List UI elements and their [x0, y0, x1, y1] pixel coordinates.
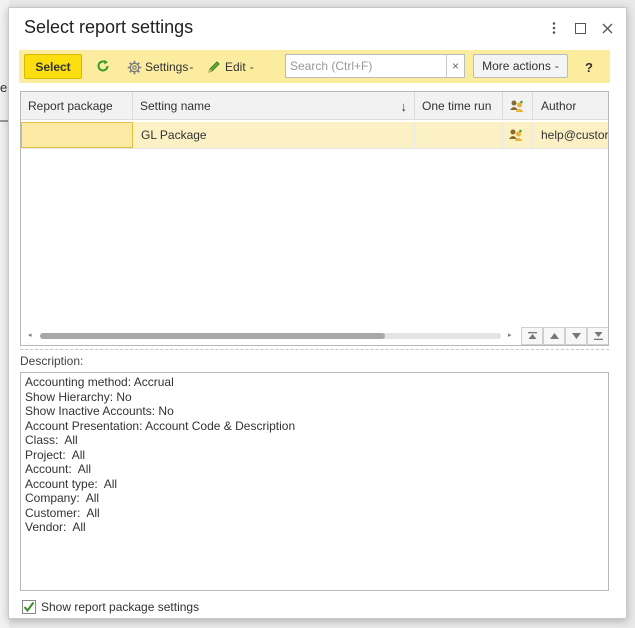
description-line: Class: All: [25, 433, 78, 447]
more-actions-button[interactable]: More actions -: [473, 54, 568, 78]
dropdown-indicator: -: [249, 60, 254, 74]
description-field[interactable]: Accounting method: Accrual Show Hierarch…: [20, 372, 609, 591]
row-navigation: [521, 327, 608, 345]
description-line: Account type: All: [25, 476, 118, 491]
users-icon: [508, 127, 524, 143]
search-clear-button[interactable]: ×: [446, 55, 464, 77]
first-row-icon[interactable]: [521, 327, 543, 345]
kebab-icon[interactable]: [546, 20, 562, 36]
help-button[interactable]: ?: [579, 57, 599, 77]
description-line: Customer: All: [25, 505, 100, 520]
close-icon[interactable]: [599, 20, 615, 36]
cell-shared[interactable]: [503, 122, 533, 148]
cell-report-package[interactable]: [21, 122, 133, 148]
search-box: ×: [285, 54, 465, 78]
table-row[interactable]: GL Package help@custor: [21, 122, 608, 149]
edit-label: Edit: [225, 60, 246, 74]
report-settings-table: Report package Setting name ↓ One time r…: [20, 91, 609, 346]
column-header-report-package[interactable]: Report package: [21, 92, 133, 120]
select-button[interactable]: Select: [24, 54, 82, 79]
maximize-icon[interactable]: [572, 20, 588, 36]
last-row-icon[interactable]: [587, 327, 608, 345]
users-icon: [509, 98, 525, 114]
gear-icon: [127, 60, 142, 75]
show-package-settings-label[interactable]: Show report package settings: [41, 600, 199, 614]
show-package-settings-row: Show report package settings: [22, 599, 199, 615]
pencil-icon: [207, 60, 221, 74]
dropdown-indicator: -: [189, 60, 194, 74]
panel-splitter[interactable]: [20, 349, 609, 350]
sort-descending-icon: ↓: [400, 98, 408, 114]
cell-author[interactable]: help@custor: [533, 122, 608, 148]
dialog-title: Select report settings: [24, 17, 194, 37]
description-line: Show Inactive Accounts: No: [25, 404, 174, 418]
scroll-left-arrow-icon[interactable]: ◂: [28, 331, 32, 339]
scroll-right-arrow-icon[interactable]: ▸: [508, 331, 512, 339]
description-line: Account Presentation: Account Code & Des…: [25, 418, 296, 433]
checkmark-icon: [23, 601, 35, 613]
cell-one-time-run[interactable]: [415, 122, 503, 148]
background-text-fragment: e: [0, 80, 8, 95]
scrollbar-thumb[interactable]: [40, 333, 385, 339]
dropdown-indicator: -: [554, 59, 559, 73]
next-row-icon[interactable]: [565, 327, 587, 345]
description-label: Description:: [20, 354, 84, 368]
column-header-shared[interactable]: [503, 92, 533, 120]
previous-row-icon[interactable]: [543, 327, 565, 345]
description-line: Vendor: All: [25, 520, 86, 534]
more-actions-label: More actions: [482, 59, 551, 73]
edit-menu-button[interactable]: Edit -: [207, 58, 254, 76]
column-header-one-time-run[interactable]: One time run: [415, 92, 503, 120]
description-line: Account: All: [25, 462, 92, 476]
column-header-author[interactable]: Author: [533, 92, 608, 120]
refresh-icon: [96, 59, 110, 76]
column-header-setting-name[interactable]: Setting name ↓: [133, 92, 415, 120]
description-line: Show Hierarchy: No: [25, 389, 132, 404]
refresh-button[interactable]: [96, 58, 110, 76]
cell-setting-name[interactable]: GL Package: [133, 122, 415, 148]
settings-menu-button[interactable]: Settings -: [127, 58, 193, 76]
description-line: Company: All: [25, 491, 100, 505]
description-line: Accounting method: Accrual: [25, 375, 174, 389]
settings-label: Settings: [145, 60, 189, 74]
select-report-settings-dialog: Select report settings Select Settings -: [8, 7, 627, 619]
show-package-settings-checkbox[interactable]: [22, 600, 36, 614]
table-header: Report package Setting name ↓ One time r…: [21, 92, 608, 120]
search-input[interactable]: [286, 55, 446, 77]
description-line: Project: All: [25, 447, 86, 462]
column-header-setting-name-label: Setting name: [140, 99, 211, 113]
toolbar: Select Settings - Edit - × More action: [19, 50, 610, 83]
dialog-titlebar: Select report settings: [9, 8, 626, 50]
horizontal-scrollbar[interactable]: ◂ ▸: [21, 328, 519, 344]
